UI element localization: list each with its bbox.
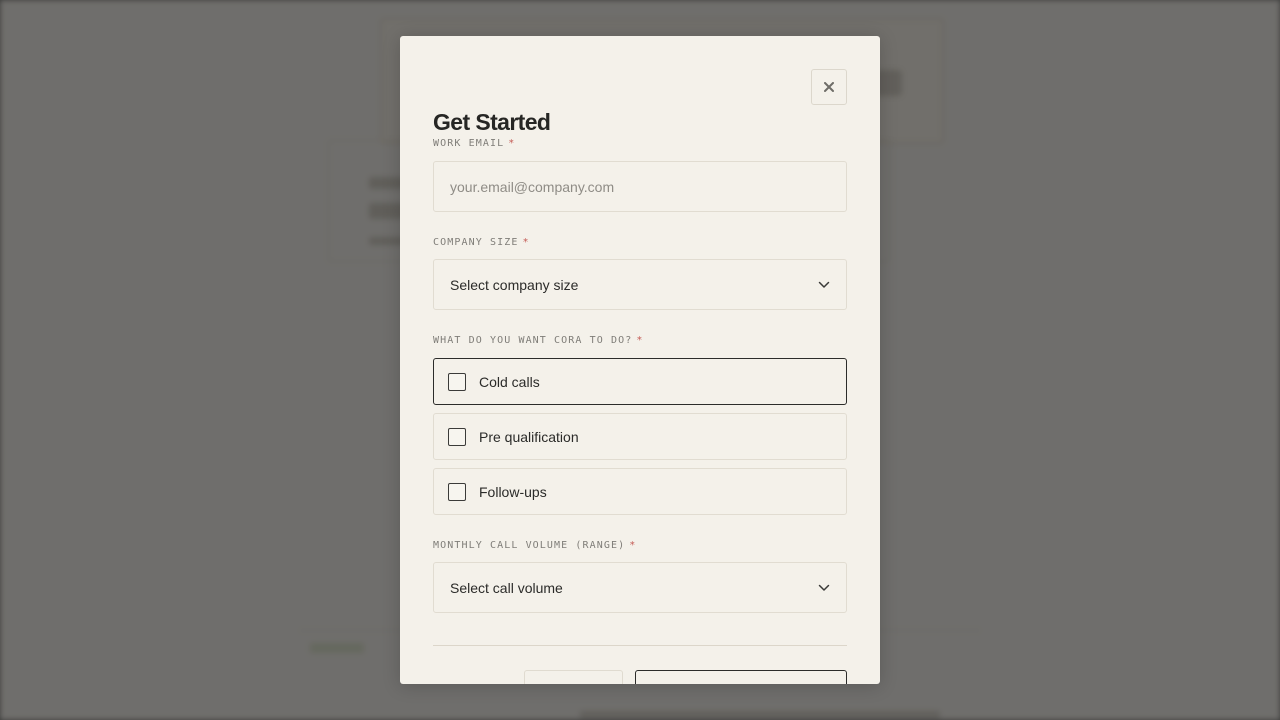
required-marker: * — [636, 335, 644, 346]
call-volume-value: Select call volume — [450, 579, 563, 596]
checkbox[interactable] — [448, 427, 466, 446]
primary-button[interactable] — [635, 670, 847, 684]
chevron-down-icon — [818, 582, 830, 594]
company-size-value: Select company size — [450, 276, 579, 293]
required-marker: * — [522, 237, 530, 248]
secondary-button[interactable] — [524, 670, 623, 684]
close-icon — [824, 82, 834, 92]
company-size-label: COMPANY SIZE * — [433, 237, 530, 248]
modal-title: Get Started — [433, 109, 551, 135]
chevron-down-icon — [818, 279, 830, 291]
required-marker: * — [508, 138, 516, 149]
option-follow-ups[interactable]: Follow-ups — [433, 468, 847, 515]
footer-divider — [433, 645, 847, 646]
call-volume-select[interactable]: Select call volume — [433, 562, 847, 613]
required-marker: * — [629, 540, 637, 551]
get-started-modal: Get Started WORK EMAIL* COMPANY SIZE* Se… — [400, 36, 880, 684]
option-label: Cold calls — [479, 373, 540, 390]
tasks-label: WHAT DO YOU WANT CORA TO DO? * — [433, 335, 644, 346]
checkbox[interactable] — [448, 372, 466, 391]
company-size-select[interactable]: Select company size — [433, 259, 847, 310]
email-field[interactable] — [433, 161, 847, 212]
email-label: WORK EMAIL * — [433, 138, 516, 149]
close-button[interactable] — [811, 69, 847, 105]
option-pre-qualification[interactable]: Pre qualification — [433, 413, 847, 460]
option-label: Follow-ups — [479, 483, 547, 500]
checkbox[interactable] — [448, 482, 466, 501]
option-label: Pre qualification — [479, 428, 579, 445]
option-cold-calls[interactable]: Cold calls — [433, 358, 847, 405]
call-volume-label: MONTHLY CALL VOLUME (RANGE) * — [433, 540, 637, 551]
